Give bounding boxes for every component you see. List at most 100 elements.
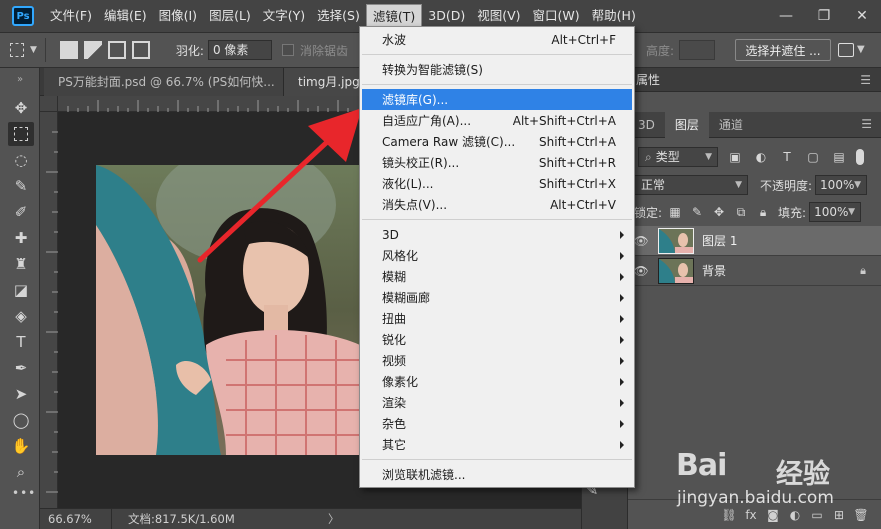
menu-item-vanishing-point[interactable]: 消失点(V)... Alt+Ctrl+V xyxy=(362,194,632,215)
menu-item-adaptive-wide-angle[interactable]: 自适应广角(A)... Alt+Shift+Ctrl+A xyxy=(362,110,632,131)
menu-item-video[interactable]: 视频 xyxy=(362,350,632,371)
menu-item-blur-gallery[interactable]: 模糊画廊 xyxy=(362,287,632,308)
chevron-right-icon[interactable]: 〉 xyxy=(328,511,340,527)
menu-3d[interactable]: 3D(D) xyxy=(422,4,471,28)
menu-item-camera-raw[interactable]: Camera Raw 滤镜(C)... Shift+Ctrl+A xyxy=(362,131,632,152)
tab-layers[interactable]: 图层 xyxy=(664,112,709,138)
menu-type[interactable]: 文字(Y) xyxy=(257,4,311,28)
path-select-tool-icon[interactable]: ➤ xyxy=(8,382,34,406)
layer-name[interactable]: 背景 xyxy=(702,262,726,279)
subtract-selection-icon[interactable] xyxy=(107,41,126,59)
menu-item-distort[interactable]: 扭曲 xyxy=(362,308,632,329)
restore-icon[interactable]: ❐ xyxy=(805,0,843,32)
intersect-selection-icon[interactable] xyxy=(131,41,150,59)
menu-help[interactable]: 帮助(H) xyxy=(586,4,642,28)
menu-item-label: 滤镜库(G)... xyxy=(382,93,449,107)
marquee-preset-icon[interactable] xyxy=(6,39,28,61)
more-tools-icon[interactable]: ••• xyxy=(12,486,36,500)
menu-view[interactable]: 视图(V) xyxy=(471,4,526,28)
layer-row-layer1[interactable]: 👁︎ 图层 1 xyxy=(628,226,881,256)
healing-brush-tool-icon[interactable]: ✚ xyxy=(8,226,34,250)
feather-input[interactable]: 0 像素 xyxy=(207,40,272,60)
add-selection-icon[interactable] xyxy=(83,41,102,59)
mask-mode-icon[interactable] xyxy=(838,43,854,57)
menu-edit[interactable]: 编辑(E) xyxy=(98,4,153,28)
menu-layer[interactable]: 图层(L) xyxy=(203,4,257,28)
blend-mode-value: 正常 xyxy=(641,178,666,192)
submenu-arrow-icon xyxy=(620,336,624,344)
menu-image[interactable]: 图像(I) xyxy=(153,4,203,28)
menu-item-filter-gallery[interactable]: 滤镜库(G)... xyxy=(362,89,632,110)
fill-input[interactable]: 100% ▼ xyxy=(809,202,862,222)
properties-title[interactable]: 属性 xyxy=(636,71,660,88)
panel-menu-icon[interactable]: ☰ xyxy=(861,117,872,131)
menu-item-other[interactable]: 其它 xyxy=(362,434,632,455)
menu-item-convert-smart-filter[interactable]: 转换为智能滤镜(S) xyxy=(362,59,632,80)
adjustment-filter-icon[interactable]: ◐ xyxy=(752,149,770,165)
type-tool-icon[interactable]: T xyxy=(8,330,34,354)
eraser-tool-icon[interactable]: ◪ xyxy=(8,278,34,302)
minimize-icon[interactable]: — xyxy=(767,0,805,32)
chevron-down-icon[interactable]: ▼ xyxy=(30,45,37,55)
select-and-mask-button[interactable]: 选择并遮住 ... xyxy=(735,39,831,61)
ruler-corner xyxy=(40,96,58,112)
type-filter-icon[interactable]: T xyxy=(778,149,796,165)
menu-item-blur[interactable]: 模糊 xyxy=(362,266,632,287)
paint-bucket-tool-icon[interactable]: ◈ xyxy=(8,304,34,328)
clone-stamp-tool-icon[interactable]: ♜ xyxy=(8,252,34,276)
menu-item-stylize[interactable]: 风格化 xyxy=(362,245,632,266)
menu-item-liquify[interactable]: 液化(L)... Shift+Ctrl+X xyxy=(362,173,632,194)
menu-item-pixelate[interactable]: 像素化 xyxy=(362,371,632,392)
menu-window[interactable]: 窗口(W) xyxy=(527,4,586,28)
panel-menu-icon[interactable]: ☰ xyxy=(860,73,871,87)
menu-item-browse-online[interactable]: 浏览联机滤镜... xyxy=(362,464,632,485)
photoshop-logo-icon: Ps xyxy=(12,6,34,26)
lock-artboard-icon[interactable]: ⧉ xyxy=(732,204,750,220)
hand-tool-icon[interactable]: ✋ xyxy=(8,434,34,458)
quick-select-tool-icon[interactable]: ✎ xyxy=(8,174,34,198)
window-controls: — ❐ ✕ xyxy=(767,0,881,32)
lock-pixels-icon[interactable]: ✎ xyxy=(688,204,706,220)
filter-kind-select[interactable]: ⌕ 类型 ▼ xyxy=(638,147,718,167)
filter-kind-value: 类型 xyxy=(655,150,680,164)
menu-select[interactable]: 选择(S) xyxy=(311,4,366,28)
lock-all-icon[interactable]: 🔒︎ xyxy=(754,204,772,220)
lock-position-icon[interactable]: ✥ xyxy=(710,204,728,220)
new-selection-icon[interactable] xyxy=(59,41,78,59)
menu-item-noise[interactable]: 杂色 xyxy=(362,413,632,434)
eyedropper-tool-icon[interactable]: ✐ xyxy=(8,200,34,224)
opacity-input[interactable]: 100% ▼ xyxy=(815,175,868,195)
layer-name[interactable]: 图层 1 xyxy=(702,232,737,249)
menu-item-water-wave[interactable]: 水波 Alt+Ctrl+F xyxy=(362,29,632,50)
zoom-tool-icon[interactable]: ⌕ xyxy=(8,460,34,484)
menu-item-lens-correction[interactable]: 镜头校正(R)... Shift+Ctrl+R xyxy=(362,152,632,173)
menu-item-sharpen[interactable]: 锐化 xyxy=(362,329,632,350)
close-icon[interactable]: ✕ xyxy=(843,0,881,32)
menu-item-3d[interactable]: 3D xyxy=(362,224,632,245)
filter-toggle[interactable] xyxy=(856,149,864,165)
smart-object-filter-icon[interactable]: ▤ xyxy=(830,149,848,165)
menu-filter[interactable]: 滤镜(T) xyxy=(365,4,423,28)
layer-row-background[interactable]: 👁︎ 背景 🔒︎ xyxy=(628,256,881,286)
menu-file[interactable]: 文件(F) xyxy=(44,4,98,28)
height-input[interactable] xyxy=(679,40,715,60)
search-icon: ⌕ xyxy=(645,150,652,164)
toolbar-grip-icon[interactable]: » xyxy=(0,68,39,92)
chevron-down-icon[interactable]: ▼ xyxy=(857,44,865,55)
blend-mode-select[interactable]: 正常 ▼ xyxy=(634,175,748,195)
tab-channels[interactable]: 通道 xyxy=(709,112,753,138)
lasso-tool-icon[interactable]: ◌ xyxy=(8,148,34,172)
lock-transparency-icon[interactable]: ▦ xyxy=(666,204,684,220)
chevron-down-icon: ▼ xyxy=(848,207,856,217)
menu-item-render[interactable]: 渲染 xyxy=(362,392,632,413)
menu-item-label: 风格化 xyxy=(382,249,419,263)
pen-tool-icon[interactable]: ✒ xyxy=(8,356,34,380)
shape-filter-icon[interactable]: ▢ xyxy=(804,149,822,165)
pixel-filter-icon[interactable]: ▣ xyxy=(726,149,744,165)
ellipse-tool-icon[interactable]: ◯ xyxy=(8,408,34,432)
zoom-level[interactable]: 66.67% xyxy=(40,508,112,529)
marquee-tool-icon[interactable] xyxy=(8,122,34,146)
submenu-arrow-icon xyxy=(620,231,624,239)
move-tool-icon[interactable]: ✥ xyxy=(8,96,34,120)
antialias-checkbox[interactable] xyxy=(281,44,294,56)
